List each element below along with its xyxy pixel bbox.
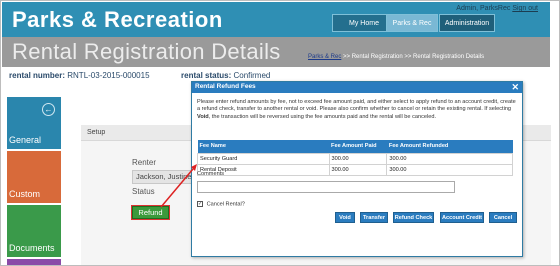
modal-description: Please enter refund amounts by fee, not …: [197, 99, 517, 121]
status-label: Status: [132, 187, 155, 196]
col-fee-name: Fee Name: [197, 140, 330, 153]
rental-number-label: rental number:: [9, 71, 66, 80]
sidebar-item-general[interactable]: ← General: [7, 97, 61, 149]
renter-label: Renter: [132, 158, 157, 167]
rental-status-label: rental status:: [181, 71, 232, 80]
transfer-button[interactable]: Transfer: [360, 212, 388, 223]
breadcrumb-rest: >> Rental Registration >> Rental Registr…: [343, 54, 485, 60]
refund-check-button[interactable]: Refund Check: [393, 212, 434, 223]
col-fee-amount-refunded: Fee Amount Refunded: [386, 140, 513, 153]
close-icon[interactable]: ✕: [511, 82, 519, 93]
fee-paid-cell: 300.00: [328, 152, 388, 165]
top-header: Parks & Recreation Admin, ParksRec Sign …: [2, 2, 550, 37]
refund-button[interactable]: Refund: [131, 205, 170, 220]
page-title-band: Rental Registration Details Parks & Rec …: [2, 37, 550, 67]
rental-number-value: RNTL-03-2015-000015: [67, 71, 150, 80]
modal-title-bar: Rental Refund Fees ✕: [192, 82, 522, 93]
tab-administration[interactable]: Administration: [439, 14, 495, 32]
rental-status: rental status: Confirmed: [181, 71, 270, 80]
sidebar-item-custom[interactable]: Custom: [7, 151, 61, 203]
fee-table: Fee Name Fee Amount Paid Fee Amount Refu…: [197, 140, 513, 176]
rental-refund-fees-modal: Rental Refund Fees ✕ Please enter refund…: [191, 81, 523, 257]
signout-link[interactable]: Sign out: [512, 5, 538, 12]
comments-label: Comments: [197, 171, 225, 177]
fee-refunded-input[interactable]: 300.00: [386, 163, 513, 176]
app-window: Parks & Recreation Admin, ParksRec Sign …: [0, 0, 560, 266]
page-title: Rental Registration Details: [12, 39, 281, 64]
app-title: Parks & Recreation: [12, 7, 223, 32]
modal-description-text-2: , the transaction will be reversed using…: [208, 113, 437, 120]
sidebar-item-more[interactable]: [7, 259, 61, 265]
account-credit-button[interactable]: Account Credit: [440, 212, 484, 223]
cancel-button[interactable]: Cancel: [489, 212, 517, 223]
void-button[interactable]: Void: [335, 212, 355, 223]
sidebar-item-label: Documents: [9, 243, 55, 253]
fee-refunded-input[interactable]: 300.00: [386, 152, 513, 165]
sidebar-item-label: General: [9, 135, 42, 145]
user-name: Admin, ParksRec: [456, 5, 511, 12]
modal-description-bold: Void: [197, 113, 209, 120]
table-row: Rental Deposit 300.00 300.00: [197, 163, 513, 176]
breadcrumb-link-parks-rec[interactable]: Parks & Rec: [308, 54, 341, 60]
fee-table-header: Fee Name Fee Amount Paid Fee Amount Refu…: [197, 140, 513, 153]
tab-parks-rec[interactable]: Parks & Rec: [386, 14, 438, 32]
user-info: Admin, ParksRec Sign out: [456, 5, 538, 12]
table-row: Security Guard 300.00 300.00: [197, 152, 513, 165]
rental-status-value: Confirmed: [233, 71, 271, 80]
cancel-rental-label: Cancel Rental?: [206, 201, 245, 208]
comments-input[interactable]: [197, 181, 455, 193]
rental-number: rental number: RNTL-03-2015-000015: [9, 71, 150, 80]
cancel-rental-checkbox[interactable]: ✓: [197, 201, 203, 207]
col-fee-amount-paid: Fee Amount Paid: [329, 140, 387, 153]
setup-title: Setup: [87, 129, 106, 136]
fee-name-cell: Security Guard: [197, 152, 330, 165]
modal-title: Rental Refund Fees: [195, 83, 256, 90]
cancel-rental-row: ✓ Cancel Rental?: [197, 201, 245, 207]
breadcrumb: Parks & Rec >> Rental Registration >> Re…: [308, 54, 484, 60]
back-arrow-icon[interactable]: ←: [42, 103, 55, 116]
modal-description-text-1: Please enter refund amounts by fee, not …: [197, 99, 516, 113]
sidebar-item-label: Custom: [9, 189, 41, 199]
sidebar-item-documents[interactable]: Documents: [7, 205, 61, 257]
fee-paid-cell: 300.00: [328, 163, 388, 176]
